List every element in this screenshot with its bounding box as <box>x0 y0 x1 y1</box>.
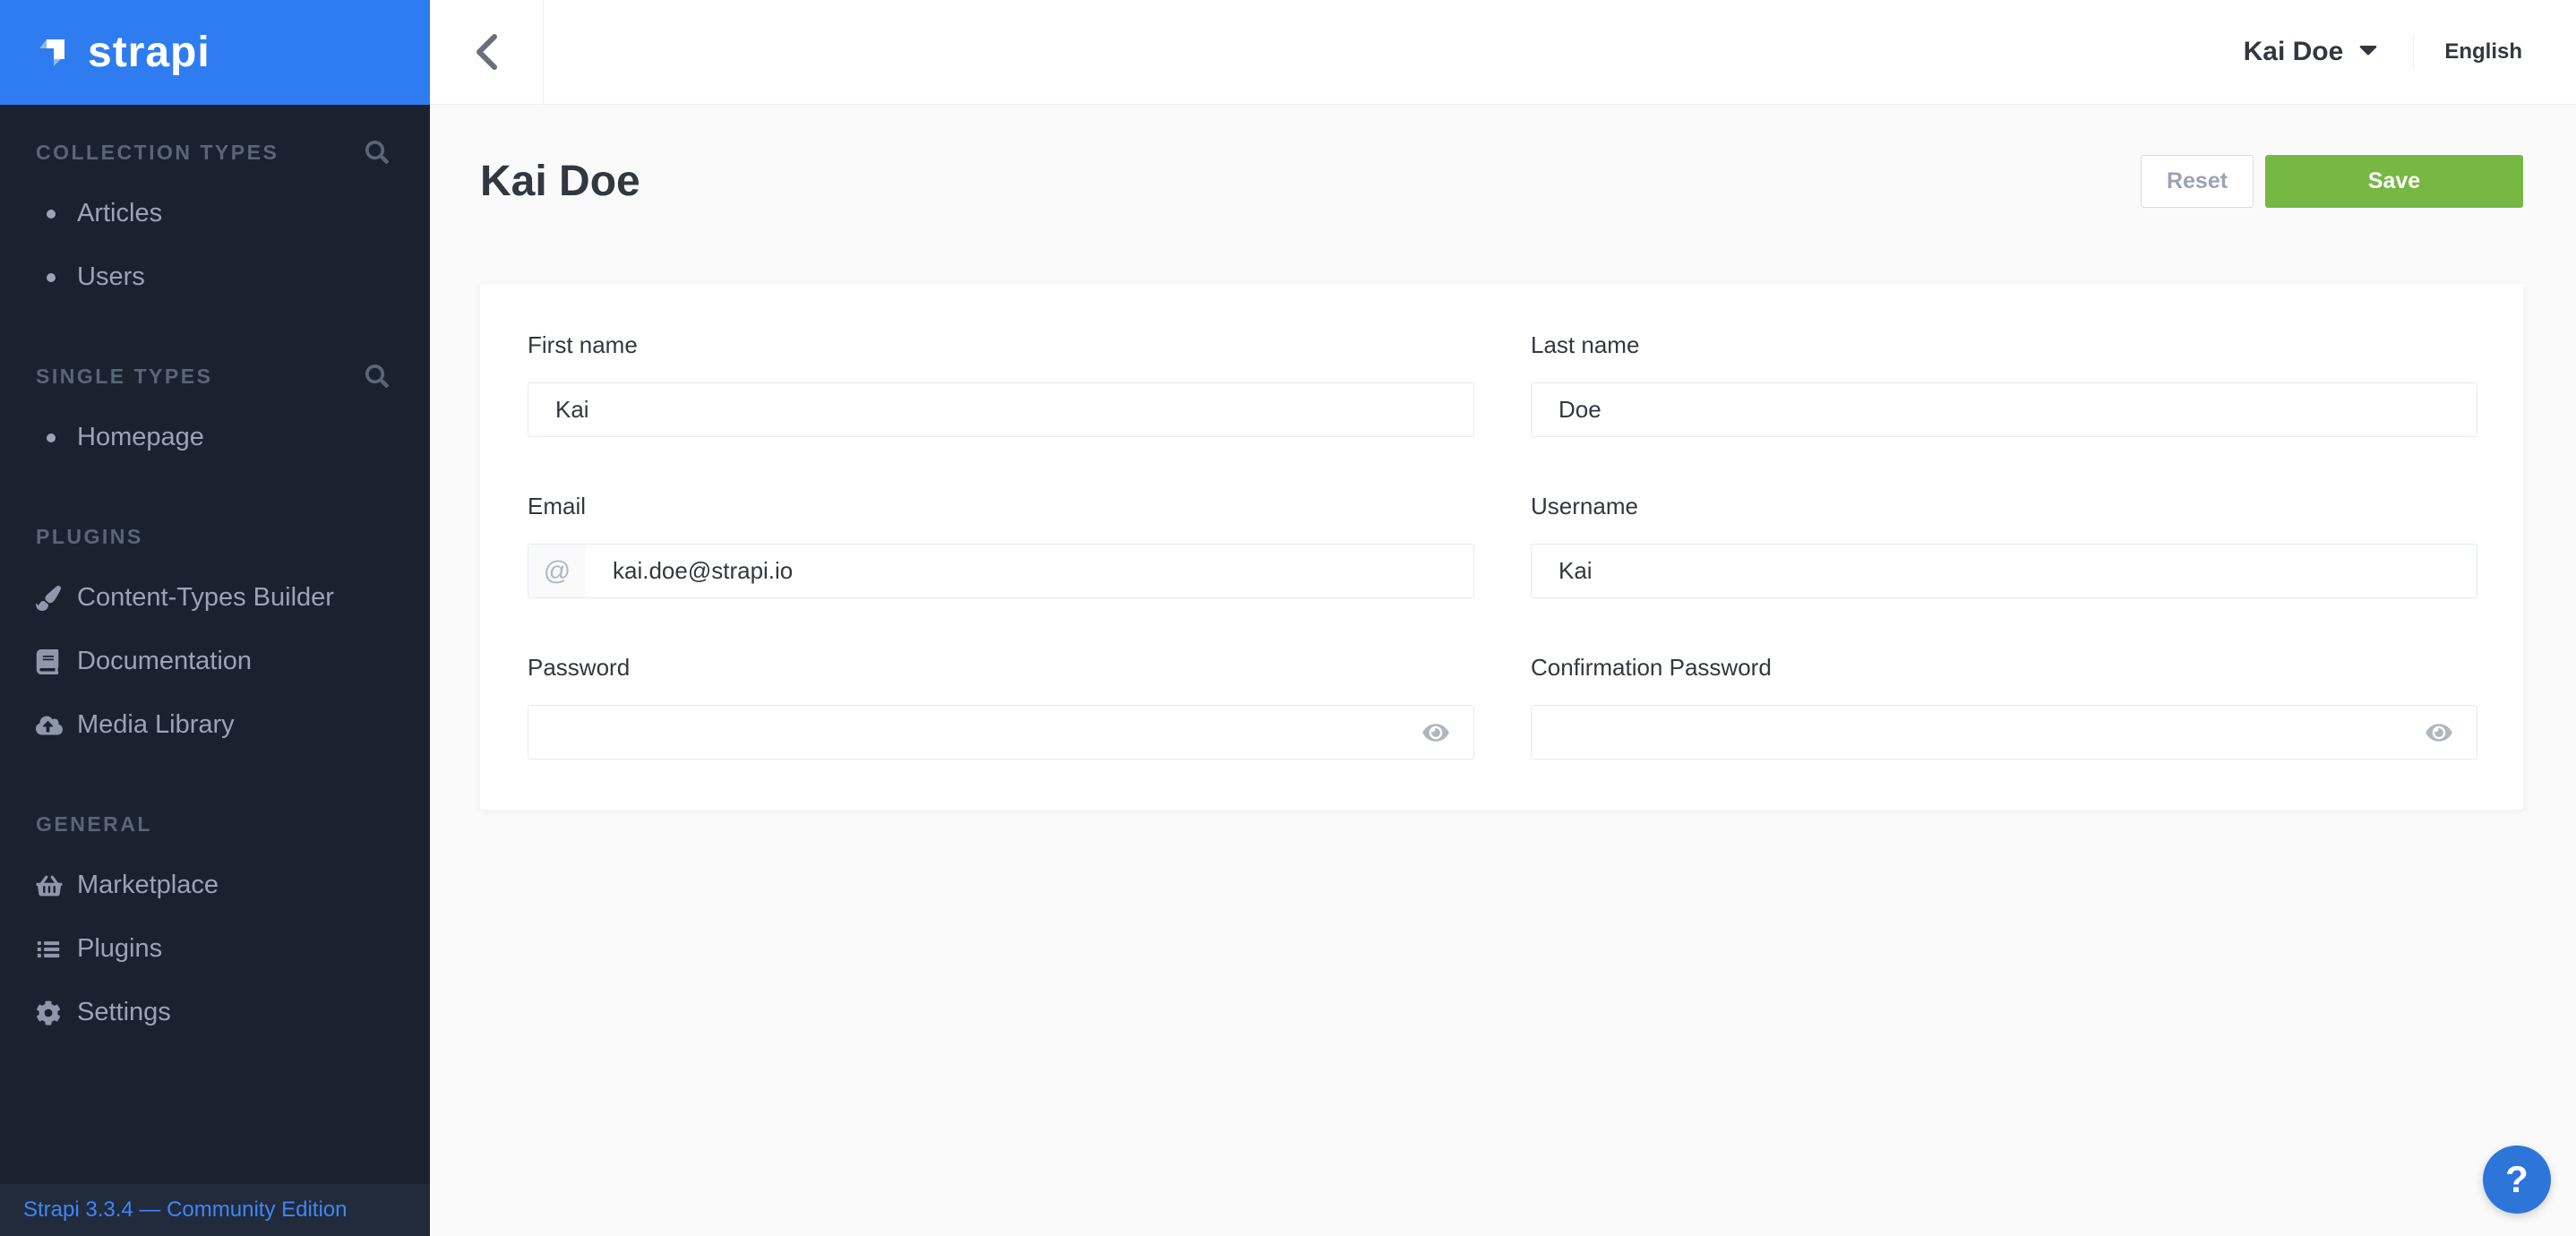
sidebar-section-collection-types: COLLECTION TYPES Articles Users <box>0 139 430 309</box>
sidebar-item-media-library[interactable]: Media Library <box>0 693 430 757</box>
user-menu[interactable]: Kai Doe <box>2244 37 2378 67</box>
sidebar-item-settings[interactable]: Settings <box>0 981 430 1044</box>
main-area: Kai Doe English Kai Doe Reset Save First… <box>430 0 2576 1236</box>
topbar-divider <box>2413 35 2414 69</box>
section-label-collection-types: COLLECTION TYPES <box>36 141 279 165</box>
user-menu-name: Kai Doe <box>2244 37 2344 67</box>
gear-icon <box>36 1000 77 1026</box>
section-label-general: GENERAL <box>36 812 152 837</box>
back-button[interactable] <box>430 0 544 104</box>
user-form-card: First name Last name Email @ Usern <box>480 284 2523 810</box>
chevron-left-icon <box>475 33 498 71</box>
last-name-input[interactable] <box>1532 383 2477 436</box>
first-name-label: First name <box>528 331 1474 358</box>
search-icon[interactable] <box>365 141 389 164</box>
sidebar-item-label: Plugins <box>77 934 162 964</box>
email-input[interactable] <box>586 545 1473 597</box>
search-icon[interactable] <box>365 365 389 388</box>
caret-down-icon <box>2359 46 2377 58</box>
sidebar-section-general: GENERAL Marketplace Plugins Settings <box>0 811 430 1044</box>
field-confirmation-password: Confirmation Password <box>1531 654 2477 760</box>
section-label-single-types: SINGLE TYPES <box>36 365 212 389</box>
shopping-basket-icon <box>36 874 77 897</box>
sidebar-item-label: Settings <box>77 998 171 1027</box>
sidebar-item-label: Marketplace <box>77 871 219 900</box>
list-icon <box>36 938 77 961</box>
strapi-logo-icon <box>34 32 75 73</box>
sidebar-section-single-types: SINGLE TYPES Homepage <box>0 363 430 469</box>
sidebar-item-marketplace[interactable]: Marketplace <box>0 854 430 917</box>
username-input[interactable] <box>1532 545 2477 597</box>
sidebar-item-articles[interactable]: Articles <box>0 182 430 245</box>
sidebar-item-label: Documentation <box>77 647 252 676</box>
help-button[interactable]: ? <box>2483 1146 2551 1214</box>
sidebar-section-plugins: PLUGINS Content-Types Builder Documentat… <box>0 523 430 757</box>
password-label: Password <box>528 654 1474 681</box>
sidebar: strapi COLLECTION TYPES Articles Users S… <box>0 0 430 1236</box>
topbar: Kai Doe English <box>430 0 2576 105</box>
sidebar-item-label: Homepage <box>77 423 204 452</box>
sidebar-item-users[interactable]: Users <box>0 245 430 309</box>
strapi-logo[interactable]: strapi <box>0 0 430 105</box>
field-password: Password <box>528 654 1474 760</box>
language-selector[interactable]: English <box>2444 39 2522 64</box>
first-name-input[interactable] <box>528 383 1473 436</box>
sidebar-item-content-types-builder[interactable]: Content-Types Builder <box>0 566 430 630</box>
username-label: Username <box>1531 493 2477 519</box>
book-icon <box>36 649 77 674</box>
reset-button[interactable]: Reset <box>2141 155 2254 208</box>
cloud-upload-icon <box>36 715 77 736</box>
sidebar-item-documentation[interactable]: Documentation <box>0 630 430 693</box>
confirmation-password-label: Confirmation Password <box>1531 654 2477 681</box>
field-last-name: Last name <box>1531 331 2477 437</box>
page-title: Kai Doe <box>480 157 640 206</box>
strapi-logo-text: strapi <box>88 28 210 77</box>
sidebar-item-label: Media Library <box>77 710 235 740</box>
sidebar-item-homepage[interactable]: Homepage <box>0 406 430 469</box>
eye-icon[interactable] <box>2425 721 2453 744</box>
field-first-name: First name <box>528 331 1474 437</box>
field-email: Email @ <box>528 493 1474 598</box>
sidebar-item-label: Content-Types Builder <box>77 583 334 613</box>
dot-icon <box>36 433 77 442</box>
sidebar-item-label: Articles <box>77 199 162 228</box>
last-name-label: Last name <box>1531 331 2477 358</box>
field-username: Username <box>1531 493 2477 598</box>
confirmation-password-input[interactable] <box>1532 706 2477 759</box>
at-sign-prefix: @ <box>528 545 586 597</box>
email-label: Email <box>528 493 1474 519</box>
strapi-version-link[interactable]: Strapi 3.3.4 — Community Edition <box>23 1197 348 1223</box>
password-input[interactable] <box>528 706 1473 759</box>
dot-icon <box>36 210 77 219</box>
content-header: Kai Doe Reset Save <box>480 153 2523 209</box>
section-label-plugins: PLUGINS <box>36 525 143 549</box>
sidebar-footer: Strapi 3.3.4 — Community Edition <box>0 1184 430 1236</box>
sidebar-item-label: Users <box>77 262 145 292</box>
paint-brush-icon <box>36 586 77 611</box>
save-button[interactable]: Save <box>2265 155 2523 208</box>
dot-icon <box>36 273 77 282</box>
sidebar-item-plugins[interactable]: Plugins <box>0 917 430 981</box>
eye-icon[interactable] <box>1421 721 1450 744</box>
